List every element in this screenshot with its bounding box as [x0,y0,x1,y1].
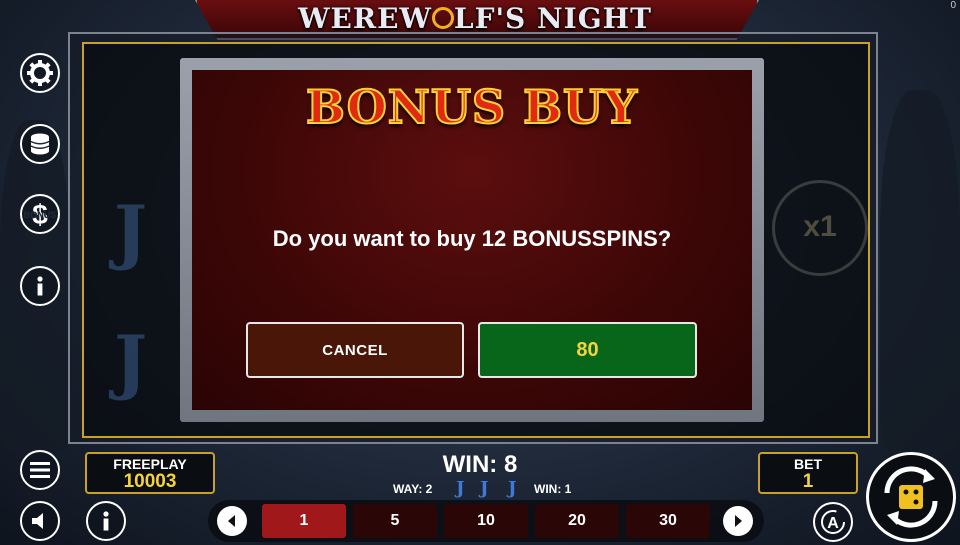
freeplay-value: 10003 [123,471,177,492]
svg-text:A: A [827,515,839,532]
autoplay-button[interactable]: A [813,502,853,542]
gear-icon [27,60,53,86]
cancel-button[interactable]: CANCEL [246,322,464,378]
bet-option[interactable]: 5 [353,504,437,538]
bet-label: BET [794,456,822,472]
reel-symbol-j: J [114,190,148,273]
coin-stack-icon [30,133,50,155]
arrow-left-icon [228,515,235,527]
info-icon [37,276,43,296]
win-amount: WIN: 8 [442,451,518,478]
sound-button[interactable] [20,501,60,541]
bet-option[interactable]: 30 [626,504,710,538]
paytable-info-button[interactable] [86,501,126,541]
bonus-buy-button[interactable]: $ BONUS [20,194,60,234]
settings-button[interactable] [20,53,60,93]
autoplay-icon: A [821,510,845,534]
hamburger-icon [30,462,50,478]
bet-option[interactable]: 1 [262,504,346,538]
bonus-dollar-icon: $ BONUS [24,199,57,230]
bet-option[interactable]: 20 [535,504,619,538]
arrow-right-icon [735,515,742,527]
freeplay-label: FREEPLAY [113,456,187,472]
spin-button[interactable] [866,452,956,542]
crosshair-icon [431,6,454,29]
win-symbol-icon: J [456,478,465,499]
game-logo: WEREW LF'S NIGHT [298,2,652,35]
win-symbol-icon: J [508,478,517,499]
info-icon [103,511,109,531]
info-button[interactable] [20,266,60,306]
bet-decrease-button[interactable] [217,506,247,536]
bet-value: 1 [802,471,814,492]
freeplay-balance: FREEPLAY 10003 [85,452,215,494]
dialog-question: Do you want to buy 12 BONUSSPINS? [272,226,672,251]
background-tree [880,90,960,450]
multiplier-label: x1 [803,210,837,243]
bet-increase-button[interactable] [723,506,753,536]
confirm-buy-button[interactable]: 80 [478,322,697,378]
bet-option[interactable]: 10 [444,504,528,538]
reel-symbol-j: J [114,320,148,403]
win-symbol-icon: J [480,478,489,499]
way-label: WAY: 2 [393,482,433,496]
corner-counter: 0 [950,0,956,11]
bet-display: BET 1 [758,452,858,494]
spin-icon [884,466,938,528]
speaker-icon [32,513,43,529]
line-win-label: WIN: 1 [534,482,572,496]
svg-text:BONUS: BONUS [24,210,57,220]
coins-button[interactable] [20,124,60,164]
dialog-title: BONUS BUY [305,79,639,135]
menu-button[interactable] [20,450,60,490]
